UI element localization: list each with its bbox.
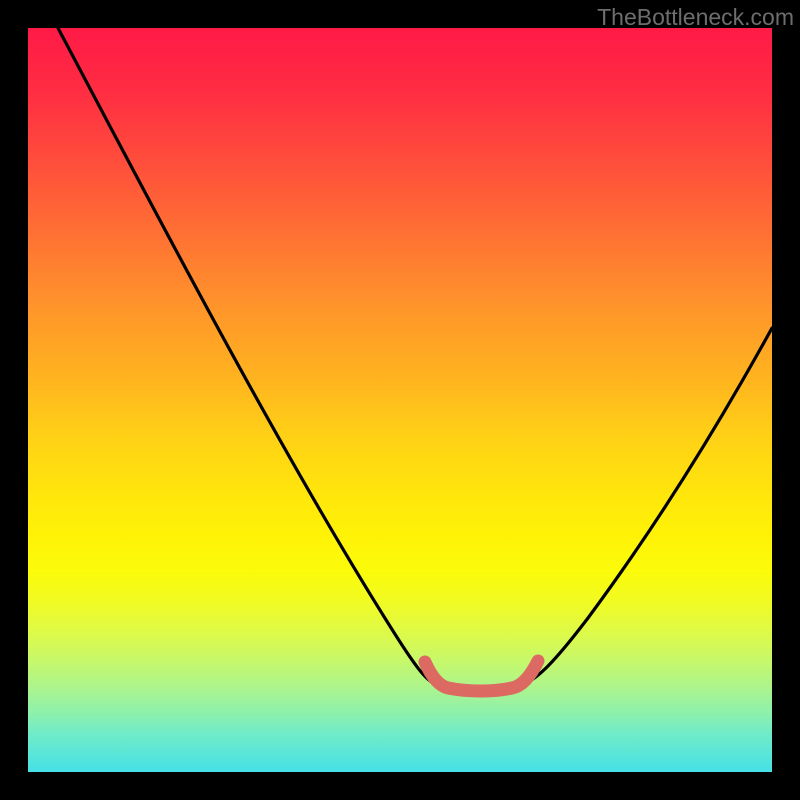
sweet-spot-highlight	[425, 661, 538, 691]
watermark-text: TheBottleneck.com	[597, 4, 794, 31]
curve-left-branch	[58, 28, 440, 686]
curve-right-branch	[518, 328, 772, 686]
chart-frame: TheBottleneck.com	[0, 0, 800, 800]
bottleneck-curve	[28, 28, 772, 772]
plot-area	[28, 28, 772, 772]
